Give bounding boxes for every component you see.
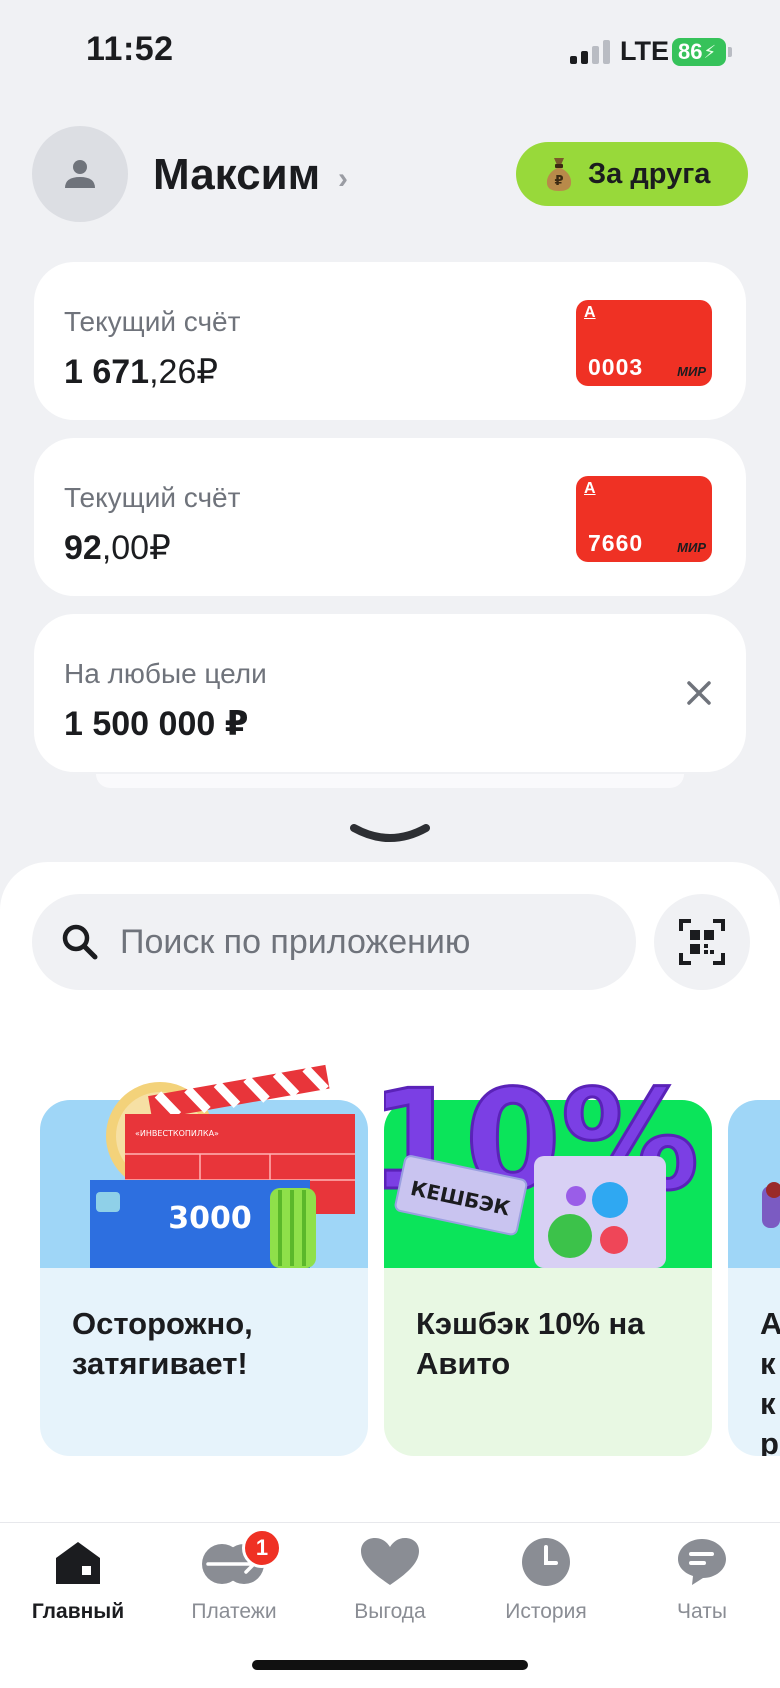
account-balance: 92,00₽: [64, 529, 171, 567]
more-accounts-stack[interactable]: [96, 774, 684, 788]
avatar-icon: [65, 160, 95, 188]
tab-label: Чаты: [677, 1600, 727, 1623]
network-type: LTE: [620, 36, 669, 66]
bank-logo: А: [584, 304, 596, 321]
tab-benefits[interactable]: Выгода: [320, 1536, 460, 1624]
battery-cap: [728, 47, 732, 57]
chevron-right-icon[interactable]: ›: [338, 162, 348, 196]
heart-icon: [361, 1538, 419, 1585]
home-indicator[interactable]: [252, 1660, 528, 1670]
card-brand: МИР: [677, 540, 706, 555]
promo-art-partial: [762, 1182, 780, 1228]
bank-card-thumbnail[interactable]: А 0003 МИР: [576, 300, 712, 386]
bank-card-thumbnail[interactable]: А 7660 МИР: [576, 476, 712, 562]
status-time: 11:52: [86, 30, 174, 68]
qr-scan-button[interactable]: [654, 894, 750, 990]
account-label: Текущий счёт: [64, 482, 241, 513]
goal-label: На любые цели: [64, 658, 267, 689]
clapper-text: «ИНВЕСТКОПИЛКА»: [135, 1129, 219, 1138]
svg-text:₽: ₽: [554, 174, 563, 189]
search-bar[interactable]: [32, 894, 636, 990]
promo-title: А к кр: [760, 1306, 780, 1456]
home-icon: [56, 1542, 100, 1584]
notification-badge: 1: [242, 1528, 282, 1568]
chat-icon: [678, 1539, 726, 1585]
tab-label: Главный: [31, 1600, 125, 1623]
promo-title: Осторожно, затягивает!: [72, 1306, 253, 1381]
tab-payments[interactable]: 1 Платежи: [164, 1528, 304, 1624]
money-bag-icon: ₽: [546, 158, 572, 191]
clock-icon: [522, 1538, 570, 1586]
goal-card[interactable]: На любые цели 1 500 000 ₽: [34, 614, 746, 772]
status-bar: 11:52 LTE 86 ⚡: [0, 0, 780, 100]
tab-history[interactable]: История: [476, 1536, 616, 1624]
bank-logo: А: [584, 480, 596, 497]
account-balance: 1 671,26₽: [64, 353, 218, 391]
goal-amount: 1 500 000 ₽: [64, 705, 249, 743]
chevron-down-icon[interactable]: [348, 820, 432, 852]
profile-name[interactable]: Максим: [153, 150, 320, 200]
account-card[interactable]: Текущий счёт 1 671,26₽ А 0003 МИР: [34, 262, 746, 420]
card-last-digits: 0003: [588, 354, 644, 380]
account-label: Текущий счёт: [64, 306, 241, 337]
promo-title: Кэшбэк 10% на Авито: [416, 1306, 645, 1381]
refer-friend-label: За друга: [588, 157, 711, 190]
battery-level: 86: [678, 39, 703, 64]
search-input[interactable]: [120, 922, 620, 962]
card-last-digits: 7660: [588, 530, 644, 556]
promo-art-number: 3000: [168, 1201, 252, 1236]
close-icon[interactable]: [674, 668, 724, 718]
tab-label: Выгода: [354, 1600, 426, 1623]
tab-label: История: [505, 1600, 587, 1623]
signal-strength-icon: [570, 40, 610, 64]
tab-chats[interactable]: Чаты: [632, 1536, 772, 1624]
account-card[interactable]: Текущий счёт 92,00₽ А 7660 МИР: [34, 438, 746, 596]
tab-label: Платежи: [191, 1600, 277, 1623]
refer-friend-button[interactable]: ₽ За друга: [516, 142, 748, 206]
search-icon: [62, 924, 98, 960]
cashback-illustration: 10% КЕШБЭК: [384, 1060, 701, 1268]
qr-scan-icon: [679, 919, 725, 965]
card-brand: МИР: [677, 364, 706, 379]
tab-home[interactable]: Главный: [8, 1536, 148, 1624]
avatar[interactable]: [32, 126, 128, 222]
clapperboard-illustration: «ИНВЕСТКОПИЛКА» 3000: [90, 1064, 355, 1268]
battery-icon: 86 ⚡: [672, 38, 726, 66]
